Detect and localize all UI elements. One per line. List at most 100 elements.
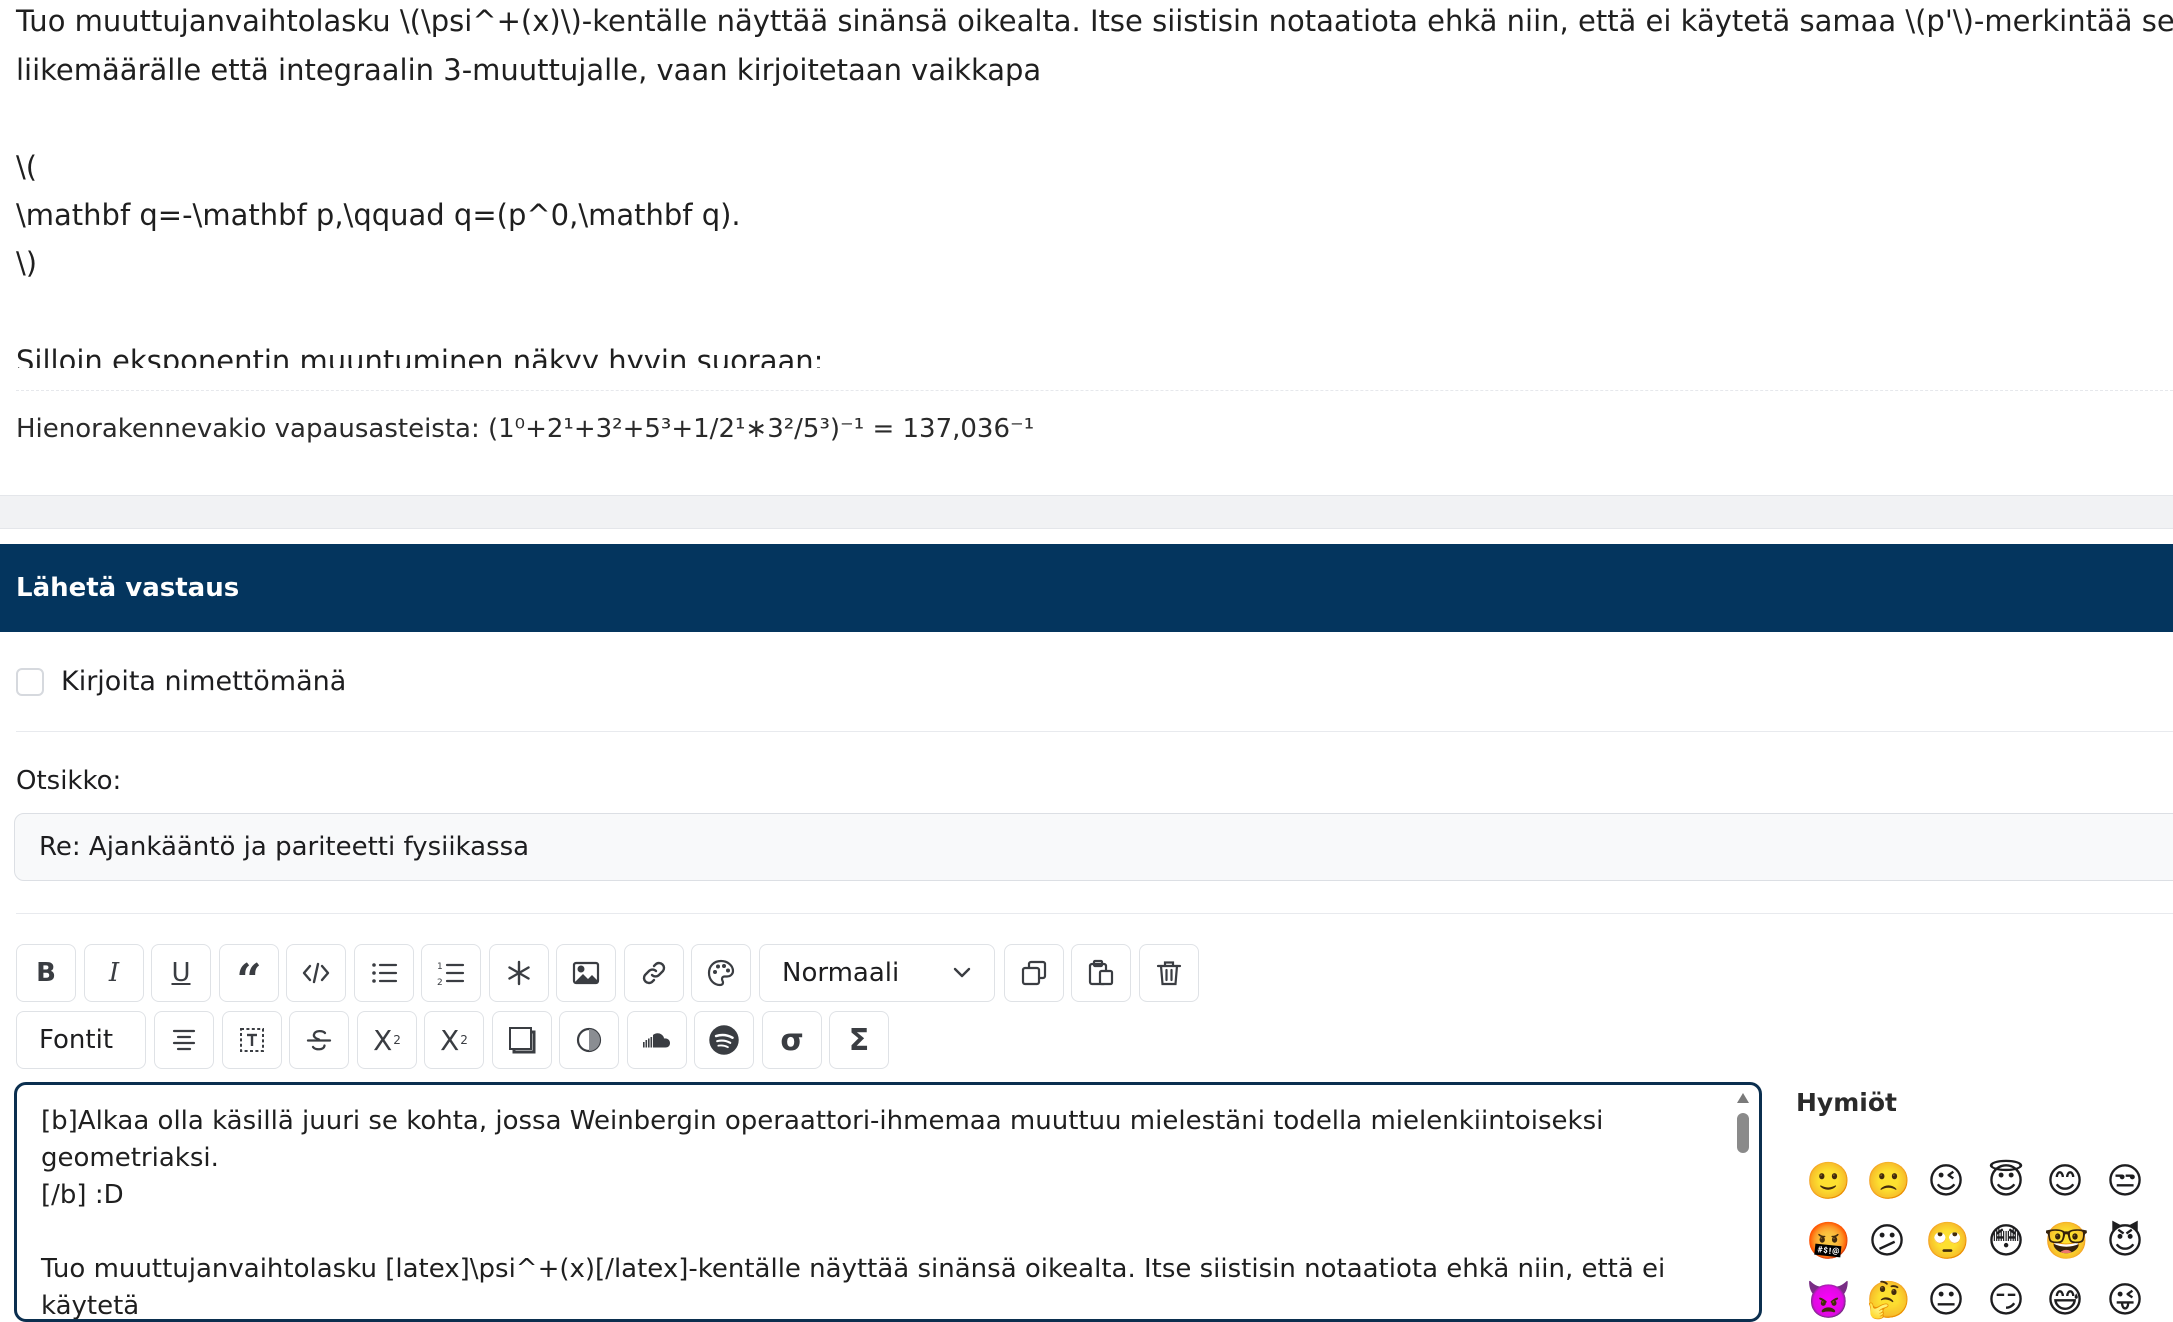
link-button[interactable] (624, 944, 684, 1002)
post-signature: Hienorakennevakio vapausasteista: (1⁰+2¹… (16, 414, 1035, 444)
smiley-icon[interactable]: 😕 (1866, 1221, 1908, 1263)
sigma-small-icon: σ (780, 1022, 804, 1058)
post-footer-band (0, 495, 2173, 529)
message-textarea[interactable]: [b]Alkaa olla käsillä juuri se kohta, jo… (14, 1082, 1762, 1322)
spotify-button[interactable] (694, 1011, 754, 1069)
clear-button[interactable] (1139, 944, 1199, 1002)
anonymous-label[interactable]: Kirjoita nimettömänä (61, 666, 346, 697)
latex-close: \) (16, 246, 38, 280)
strikethrough-icon (306, 1029, 332, 1051)
post-paragraph-line: liikemäärälle että integraalin 3-muuttuj… (16, 53, 1042, 87)
superscript-button[interactable]: X2 (357, 1011, 417, 1069)
message-scrollbar[interactable] (1735, 1093, 1751, 1319)
message-text[interactable]: [b]Alkaa olla käsillä juuri se kohta, jo… (41, 1103, 1731, 1319)
subject-input[interactable] (14, 813, 2173, 881)
spotify-icon (709, 1025, 739, 1055)
smiley-icon[interactable]: 🤬 (1806, 1221, 1851, 1263)
image-button[interactable] (556, 944, 616, 1002)
smiley-icon[interactable]: 🤓 (2044, 1221, 2089, 1263)
strikethrough-button[interactable] (289, 1011, 349, 1069)
underline-icon: U (171, 958, 191, 988)
palette-icon (707, 959, 735, 987)
copy-icon (1021, 960, 1047, 986)
latex-open: \( (16, 150, 38, 184)
text-box-button[interactable] (222, 1011, 282, 1069)
chevron-down-icon (953, 967, 971, 978)
text-box-icon (240, 1028, 264, 1052)
sum-icon: Σ (848, 1022, 870, 1058)
divider (16, 913, 2173, 914)
bullet-list-button[interactable] (354, 944, 414, 1002)
quote-icon: “ (236, 954, 262, 1006)
soundcloud-button[interactable] (627, 1011, 687, 1069)
post-paragraph-line: Tuo muuttujanvaihtolasku \(\psi^+(x)\)-k… (16, 4, 2173, 38)
smiley-icon[interactable]: 😒 (2104, 1161, 2146, 1203)
smiley-icon[interactable]: 😜 (2104, 1280, 2146, 1322)
image-icon (572, 961, 600, 985)
copy-button[interactable] (1004, 944, 1064, 1002)
reply-panel-title: Lähetä vastaus (16, 573, 240, 603)
subscript-mark: 2 (460, 1033, 468, 1047)
bullet-list-icon (372, 963, 398, 983)
reply-panel-header: Lähetä vastaus (0, 544, 2173, 632)
smiley-icon[interactable]: 🙂 (1806, 1161, 1851, 1203)
trash-icon (1156, 961, 1182, 986)
smiley-icon[interactable]: 🙁 (1866, 1161, 1911, 1203)
svg-text:2: 2 (437, 978, 443, 988)
asterisk-icon (508, 960, 530, 986)
fonts-label: Fontit (39, 1025, 114, 1055)
superscript-mark: 2 (393, 1033, 401, 1047)
italic-icon: I (108, 958, 120, 988)
text-size-value: Normaali (782, 958, 900, 988)
align-center-button[interactable] (154, 1011, 214, 1069)
smiley-icon[interactable]: 😈 (2104, 1221, 2146, 1263)
text-size-select[interactable]: Normaali (759, 944, 995, 1002)
link-icon (642, 961, 666, 985)
code-icon (302, 962, 330, 984)
smiley-icon[interactable]: 😉 (1925, 1161, 1967, 1203)
sigma-small-button[interactable]: σ (762, 1011, 822, 1069)
scroll-up-arrow-icon[interactable] (1737, 1093, 1749, 1103)
underline-button[interactable]: U (151, 944, 211, 1002)
fonts-button[interactable]: Fontit (16, 1011, 146, 1069)
italic-button[interactable]: I (84, 944, 144, 1002)
smiley-icon[interactable]: 😐 (1925, 1280, 1967, 1322)
paste-button[interactable] (1071, 944, 1131, 1002)
numbered-list-icon: 12 (437, 962, 465, 988)
list-item-button[interactable] (489, 944, 549, 1002)
quote-button[interactable]: “ (219, 944, 279, 1006)
anonymous-checkbox[interactable] (16, 668, 44, 696)
contrast-icon (576, 1027, 602, 1053)
smiley-icon[interactable]: 😳 (1985, 1221, 2027, 1263)
divider (16, 731, 2173, 732)
numbered-list-button[interactable]: 12 (421, 944, 481, 1002)
frame-shadow-icon (509, 1027, 536, 1054)
scroll-thumb[interactable] (1737, 1113, 1749, 1153)
color-button[interactable] (691, 944, 751, 1002)
paste-icon (1088, 959, 1114, 986)
align-center-icon (172, 1029, 196, 1051)
bold-icon: B (36, 958, 56, 988)
smiley-icon[interactable]: 👿 (1806, 1280, 1851, 1322)
subscript-icon: X (440, 1023, 460, 1057)
contrast-button[interactable] (559, 1011, 619, 1069)
signature-separator (16, 390, 2173, 391)
post-content: Tuo muuttujanvaihtolasku \(\psi^+(x)\)-k… (0, 0, 2173, 368)
subject-label: Otsikko: (16, 766, 122, 796)
smiley-icon[interactable]: 😏 (1985, 1280, 2027, 1322)
svg-text:1: 1 (437, 962, 443, 972)
sum-button[interactable]: Σ (829, 1011, 889, 1069)
bold-button[interactable]: B (16, 944, 76, 1002)
smiley-icon[interactable]: 🤔 (1866, 1280, 1911, 1322)
smiley-icon[interactable]: 😅 (2044, 1280, 2086, 1322)
post-paragraph-line-cut: Silloin eksponentin muuntuminen näkyy hy… (16, 344, 824, 368)
smiley-icon[interactable]: 😇 (1985, 1161, 2027, 1203)
superscript-icon: X (373, 1023, 393, 1057)
latex-body: \mathbf q=-\mathbf p,\qquad q=(p^0,\math… (16, 198, 741, 232)
frame-button[interactable] (492, 1011, 552, 1069)
smiley-icon[interactable]: 😊 (2044, 1161, 2086, 1203)
soundcloud-icon (643, 1033, 670, 1048)
code-button[interactable] (286, 944, 346, 1002)
smiley-icon[interactable]: 🙄 (1925, 1221, 1970, 1263)
subscript-button[interactable]: X2 (424, 1011, 484, 1069)
